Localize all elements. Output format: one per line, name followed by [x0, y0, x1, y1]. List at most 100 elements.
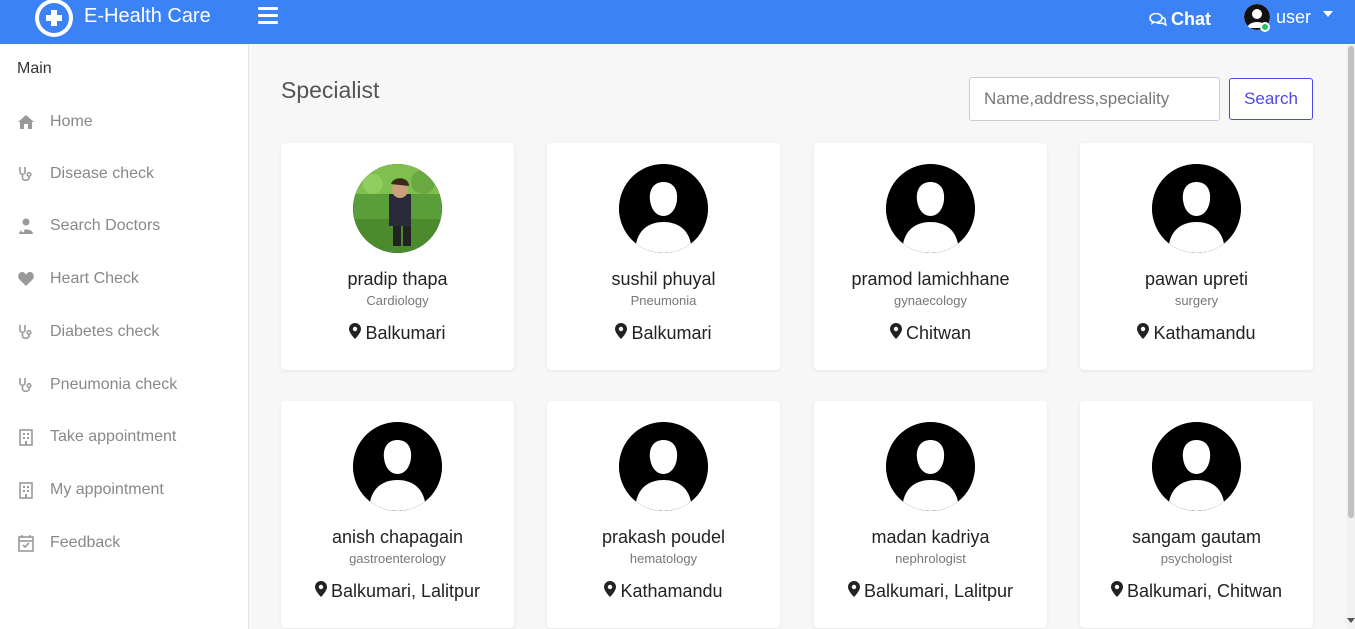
doctor-speciality: hematology: [629, 551, 698, 566]
home-icon: [16, 112, 36, 132]
doctor-avatar: [1152, 422, 1241, 511]
sidebar-title: Main: [17, 60, 52, 77]
doctor-name[interactable]: sushil phuyal: [547, 269, 780, 290]
stethoscope-icon: [16, 375, 36, 395]
doctor-speciality: Pneumonia: [630, 293, 697, 308]
doctor-card[interactable]: sushil phuyal Pneumonia Balkumari: [547, 143, 780, 370]
search-button[interactable]: Search: [1229, 78, 1313, 120]
location-label: Chitwan: [905, 323, 972, 343]
location-label: Kathamandu: [1153, 323, 1256, 343]
doctor-name[interactable]: sangam gautam: [1080, 527, 1313, 548]
location-label: Balkumari: [631, 323, 712, 343]
doctor-card[interactable]: pawan upreti surgery Kathamandu: [1080, 143, 1313, 370]
sidebar-item-label: My appointment: [50, 481, 164, 498]
doctor-card[interactable]: pradip thapa Cardiology Balkumari: [281, 143, 514, 370]
map-marker-icon: [349, 323, 362, 344]
doctor-avatar: [353, 422, 442, 511]
scrollbar-thumb[interactable]: [1348, 46, 1354, 518]
doctor-avatar: [1152, 164, 1241, 253]
sidebar-item-label: Feedback: [50, 534, 121, 551]
map-marker-icon: [1137, 323, 1150, 344]
doctor-name[interactable]: anish chapagain: [281, 527, 514, 548]
sidebar: Main Home Disease check Search Doctors H…: [0, 44, 249, 629]
sidebar-item-heart-check[interactable]: Heart Check: [16, 264, 241, 294]
heart-icon: [16, 269, 36, 289]
doctor-location: Chitwan: [814, 323, 1047, 344]
sidebar-item-home[interactable]: Home: [16, 107, 241, 137]
doctor-card[interactable]: prakash poudel hematology Kathamandu: [547, 401, 780, 628]
sidebar-item-pneumonia-check[interactable]: Pneumonia check: [16, 370, 241, 400]
calendar-check-icon: [16, 533, 36, 553]
stethoscope-icon: [16, 164, 36, 184]
sidebar-item-label: Take appointment: [50, 428, 177, 445]
doctor-speciality: nephrologist: [895, 551, 966, 566]
doctor-card[interactable]: sangam gautam psychologist Balkumari, Chit…: [1080, 401, 1313, 628]
map-marker-icon: [889, 323, 902, 344]
chat-label: Chat: [1171, 9, 1211, 29]
chevron-down-icon: [1323, 11, 1334, 17]
map-marker-icon: [1110, 581, 1123, 602]
doctor-icon: [16, 216, 36, 236]
doctor-avatar: [886, 164, 975, 253]
sidebar-item-label: Home: [50, 113, 93, 130]
hospital-icon: [16, 480, 36, 500]
sidebar-item-disease-check[interactable]: Disease check: [16, 159, 241, 189]
sidebar-item-label: Pneumonia check: [50, 376, 178, 393]
doctor-avatar: [619, 164, 708, 253]
doctor-card[interactable]: pramod lamichhane gynaecology Chitwan: [814, 143, 1047, 370]
sidebar-item-label: Heart Check: [50, 270, 139, 287]
doctor-speciality: Cardiology: [366, 293, 429, 308]
map-marker-icon: [604, 581, 617, 602]
doctor-avatar: [353, 164, 442, 253]
doctor-location: Kathamandu: [547, 581, 780, 602]
sidebar-item-label: Disease check: [50, 165, 155, 182]
location-label: Balkumari, Lalitpur: [330, 581, 481, 601]
stethoscope-icon: [16, 322, 36, 342]
doctor-avatar: [886, 422, 975, 511]
sidebar-item-search-doctors[interactable]: Search Doctors: [16, 211, 241, 241]
online-status-icon: [1260, 22, 1270, 32]
doctor-card[interactable]: anish chapagain gastroenterology Balkumari…: [281, 401, 514, 628]
chat-link[interactable]: Chat: [1149, 9, 1211, 30]
map-marker-icon: [847, 581, 860, 602]
sidebar-item-label: Search Doctors: [50, 217, 161, 234]
doctor-location: Balkumari, Chitwan: [1080, 581, 1313, 602]
doctor-name[interactable]: pawan upreti: [1080, 269, 1313, 290]
hospital-icon: [16, 427, 36, 447]
sidebar-item-my-appointment[interactable]: My appointment: [16, 475, 241, 505]
sidebar-item-diabetes-check[interactable]: Diabetes check: [16, 317, 241, 347]
doctor-speciality: gynaecology: [894, 293, 967, 308]
location-label: Balkumari, Chitwan: [1126, 581, 1283, 601]
page-title: Specialist: [281, 77, 380, 103]
sidebar-item-feedback[interactable]: Feedback: [16, 528, 241, 558]
user-label: user: [1276, 6, 1312, 27]
doctor-card[interactable]: madan kadriya nephrologist Balkumari, Lali…: [814, 401, 1047, 628]
doctor-name[interactable]: madan kadriya: [814, 527, 1047, 548]
top-navbar: E-Health Care Chat user: [0, 0, 1355, 44]
doctor-location: Balkumari: [281, 323, 514, 344]
doctor-avatar: [619, 422, 708, 511]
doctor-name[interactable]: prakash poudel: [547, 527, 780, 548]
doctor-location: Balkumari: [547, 323, 780, 344]
brand-name[interactable]: E-Health Care: [84, 5, 211, 28]
scroll-down-arrow-icon[interactable]: [1347, 618, 1355, 623]
doctor-speciality: surgery: [1174, 293, 1219, 308]
search-input[interactable]: [969, 77, 1220, 121]
doctor-location: Balkumari, Lalitpur: [814, 581, 1047, 602]
user-menu[interactable]: user: [1244, 4, 1334, 30]
map-marker-icon: [314, 581, 327, 602]
doctor-location: Kathamandu: [1080, 323, 1313, 344]
location-label: Balkumari, Lalitpur: [863, 581, 1014, 601]
doctor-name[interactable]: pradip thapa: [281, 269, 514, 290]
sidebar-item-label: Diabetes check: [50, 323, 160, 340]
sidebar-item-take-appointment[interactable]: Take appointment: [16, 422, 241, 452]
chat-bubbles-icon: [1149, 12, 1167, 26]
doctor-location: Balkumari, Lalitpur: [281, 581, 514, 602]
doctor-speciality: gastroenterology: [349, 551, 446, 566]
medical-cross-icon[interactable]: [34, 0, 74, 37]
doctor-name[interactable]: pramod lamichhane: [814, 269, 1047, 290]
menu-toggle-icon[interactable]: [258, 7, 278, 27]
map-marker-icon: [615, 323, 628, 344]
location-label: Kathamandu: [620, 581, 723, 601]
location-label: Balkumari: [365, 323, 446, 343]
